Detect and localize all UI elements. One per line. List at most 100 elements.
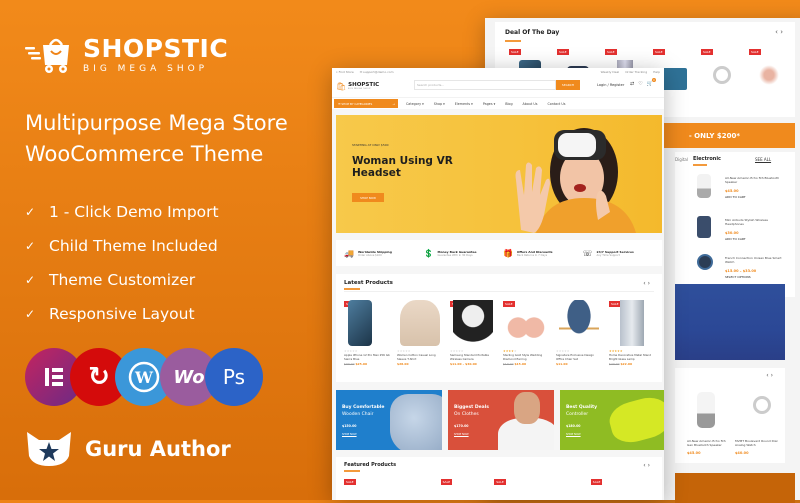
product-price: $19.00 $15.00 [503, 362, 527, 366]
carousel-arrows[interactable]: ‹ › [775, 28, 783, 36]
item-name: Mini Airbuds Stylish Wireless Headphones [725, 218, 768, 226]
compare-icon[interactable]: ⇄ [630, 81, 634, 87]
product-card[interactable]: SALE★★★★★Apple iPhone 12 Pro Max 256 Gb … [340, 298, 393, 378]
service-title: Money Back Guarantee [437, 249, 477, 254]
banner-shop-now-link[interactable]: SHOP NOW [566, 433, 581, 436]
product-name[interactable]: Apple iPhone 12 Pro Max 256 Gb Sierra Bl… [344, 353, 390, 361]
promo-price: - ONLY $200* [688, 131, 740, 140]
carousel-arrows[interactable]: ‹ › [643, 280, 650, 287]
product-card[interactable]: SALE★★★★★Home Decorative Metal Stand Bri… [605, 298, 658, 378]
product-price: $40.00 [735, 451, 749, 455]
hero-banner: STARTING AT ONLY $500 Woman Using VR Hea… [336, 115, 662, 233]
tab-digital[interactable]: Digital [675, 157, 688, 162]
store-header: 🛍 SHOPSTIC BIG MEGA SHOP Search products.… [332, 75, 664, 97]
store-logo[interactable]: 🛍 SHOPSTIC BIG MEGA SHOP [336, 82, 379, 91]
service-subtitle: Back Returns In 7 Days [516, 253, 548, 257]
service-subtitle: Guarantee With In 30 Days [437, 253, 473, 257]
product-image [611, 300, 652, 346]
carousel-arrows[interactable]: ‹ › [643, 462, 650, 469]
tab-underline [693, 164, 707, 166]
promo-banners: Buy Comfortable Wooden Chair $150.00 SHOP… [336, 390, 664, 450]
weekly-deal-link[interactable]: Weekly Deal [601, 70, 620, 74]
shop-by-categories-button[interactable]: ☰ SHOP BY CATEGORIES → [334, 99, 398, 108]
sale-badge: SALE [605, 49, 617, 55]
add-to-cart-link[interactable]: ADD TO CART [725, 237, 746, 241]
banner-shop-now-link[interactable]: SHOP NOW [454, 433, 469, 436]
login-register-link[interactable]: Login / Register [597, 83, 624, 87]
deal-product[interactable]: SALE [745, 46, 793, 116]
product-price: $45.00 [687, 451, 701, 455]
feature-label: Responsive Layout [49, 305, 195, 323]
banner-clothes[interactable]: Biggest Deals On Clothes $170.00 SHOP NOW [448, 390, 554, 450]
nav-shop[interactable]: Shop ▾ [434, 102, 445, 106]
product-name[interactable]: Women Cotton Casual Long Sleeve T-Shirt [397, 353, 443, 361]
product-name: All-New Amazon Echo 5th Gen Bluetooth Sp… [687, 439, 726, 447]
product-card[interactable]: SALE★★★★★Sterling Gold Style Wedding Dia… [499, 298, 552, 378]
gift-icon: 🎁 [503, 248, 513, 258]
sale-badge: SALE [509, 49, 521, 55]
nav-about-us[interactable]: About Us [523, 102, 538, 106]
arrow-right-icon: → [392, 101, 395, 106]
email-label: support@demo.com [363, 69, 394, 74]
product-name[interactable]: Samsung Standard Portable Wireless Camer… [450, 353, 496, 361]
tab-electronic[interactable]: Electronic [693, 156, 721, 162]
banner-controller[interactable]: Best Quality Controller $180.00 SHOP NOW [560, 390, 664, 450]
help-link[interactable]: Help [653, 70, 660, 74]
order-tracking-link[interactable]: Order Tracking [625, 70, 647, 74]
sofa-banner[interactable] [675, 284, 785, 360]
product-name[interactable]: Home Decorative Metal Stand Bright Glass… [609, 353, 655, 361]
title-underline [505, 40, 521, 42]
section-title: Featured Products [344, 462, 397, 468]
nav-category[interactable]: Category ▾ [406, 102, 424, 106]
earbuds-image [697, 216, 711, 238]
check-icon: ✓ [25, 205, 36, 219]
item-name: French Connection Unisex Blue Smart Watc… [725, 256, 782, 264]
electronic-item[interactable]: All-New Amazon Echo 5th Bluetooth Speake… [697, 172, 792, 212]
carousel-arrows[interactable]: ‹ › [766, 372, 773, 379]
smartwatch-image [697, 254, 713, 270]
product-card[interactable]: SALE★★★★★Samsung Standard Portable Wirel… [446, 298, 499, 378]
see-all-link[interactable]: SEE ALL [755, 157, 771, 162]
nav-elements[interactable]: Elements ▾ [455, 102, 473, 106]
select-options-link[interactable]: SELECT OPTIONS [725, 275, 751, 279]
service-subtitle: Order Above $100 [357, 253, 382, 257]
nav-blog[interactable]: Blog [505, 102, 512, 106]
deal-product[interactable]: SALE [697, 46, 745, 116]
search-button[interactable]: SEARCH [556, 80, 580, 90]
banner-shop-now-link[interactable]: SHOP NOW [342, 433, 357, 436]
shop-now-button[interactable]: SHOP NOW [352, 193, 384, 202]
product-price: $11.00 – $40.00 [450, 362, 477, 366]
electronic-item[interactable]: Mini Airbuds Stylish Wireless Headphones… [697, 214, 792, 254]
product-card[interactable]: ★★★★★ Women Cotton Casual Long Sleeve T-S… [393, 298, 446, 378]
wishlist-heart-icon[interactable]: ♡ [638, 81, 642, 87]
store-tagline: BIG MEGA SHOP [348, 88, 371, 90]
service-item: ☏ 24/7 Support Services Any Time Support [583, 249, 663, 258]
add-to-cart-link[interactable]: ADD TO CART [725, 195, 746, 199]
find-store-link[interactable]: ⌖ Find Store [336, 70, 354, 74]
item-price: $45.00 [725, 189, 739, 193]
banner-chair[interactable]: Buy Comfortable Wooden Chair $150.00 SHOP… [336, 390, 442, 450]
controller-image [605, 392, 664, 448]
search-input[interactable]: Search products... [414, 80, 556, 90]
product-price: $11.00 [556, 362, 568, 366]
product-name: MVMT Boulevard Round Dial Analog Watch [735, 439, 778, 447]
cat-star-icon [25, 430, 73, 468]
feature-label: 1 - Click Demo Import [49, 203, 219, 221]
sale-badge: SALE [494, 479, 506, 485]
banner-price: $180.00 [566, 424, 581, 428]
banner-title: Best Quality [566, 405, 598, 410]
banner-subtitle: Wooden Chair [342, 412, 374, 417]
product-name[interactable]: Sterling Gold Style Wedding Diamond Earr… [503, 353, 549, 361]
banner-subtitle: Controller [566, 412, 589, 417]
service-features: 🚚 Worldwide Shipping Order Above $100 💲 Mon… [336, 240, 662, 266]
nav-contact-us[interactable]: Contact Us [547, 102, 565, 106]
featured-row: SALE SALE SALE SALE [344, 479, 603, 485]
product-card[interactable]: ★★★★★ Signature Exclusive Design Office C… [552, 298, 605, 378]
hero-title-line-2: Headset [352, 167, 401, 179]
hero-title: Woman Using VR Headset [352, 155, 453, 179]
nav-pages[interactable]: Pages ▾ [483, 102, 495, 106]
cart-icon[interactable]: 🛒 0 [647, 78, 656, 87]
email-link[interactable]: ✉ support@demo.com [360, 70, 394, 74]
product-name[interactable]: Signature Exclusive Design Office Chair … [556, 353, 602, 361]
plugin-icons: ↻ W Wo Ps [25, 348, 265, 406]
